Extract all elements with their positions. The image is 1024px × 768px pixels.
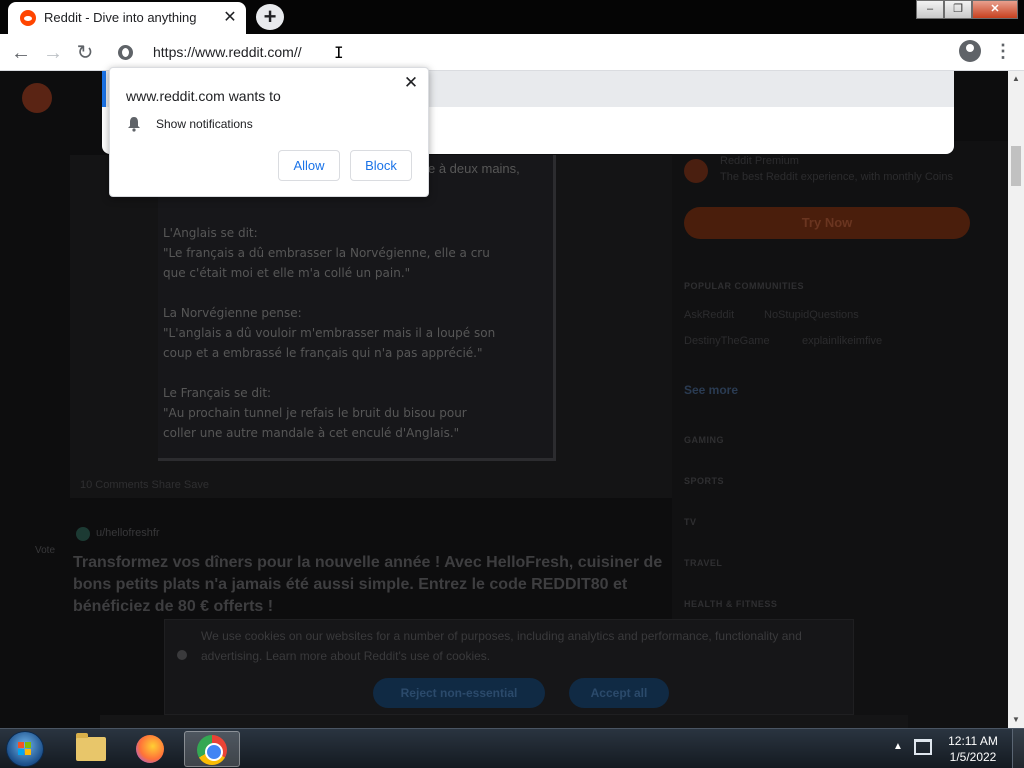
address-bar[interactable]: https://www.reddit.com// I: [106, 37, 954, 68]
browser-tab[interactable]: Reddit - Dive into anything ✕: [8, 2, 246, 34]
meme-image: e à deux mains, L'Anglais se dit: "Le fr…: [158, 155, 556, 461]
community-link[interactable]: explainlikeimfive: [802, 335, 882, 347]
more-menu-icon[interactable]: ⋮: [994, 40, 1012, 62]
suggestion-accent: [102, 71, 106, 107]
firefox-icon: [136, 735, 164, 763]
advertiser-avatar: [76, 527, 90, 541]
block-button[interactable]: Block: [350, 150, 412, 181]
premium-shield-icon: [684, 159, 708, 183]
premium-text: Reddit Premium The best Reddit experienc…: [720, 153, 990, 185]
cookie-banner: We use cookies on our websites for a num…: [164, 619, 854, 715]
topic-sports[interactable]: SPORTS: [684, 476, 724, 486]
windows-logo-icon: [18, 742, 32, 756]
window-controls: ‒ ❐ ✕: [916, 0, 1018, 20]
vote-label[interactable]: Vote: [20, 543, 70, 559]
scroll-down-icon[interactable]: ▼: [1008, 712, 1024, 728]
popular-communities-header: POPULAR COMMUNITIES: [684, 281, 805, 291]
bell-icon: [128, 117, 140, 132]
promo-title[interactable]: Transformez vos dîners pour la nouvelle …: [73, 552, 673, 618]
site-info-icon[interactable]: [118, 45, 133, 60]
start-button[interactable]: [6, 731, 44, 767]
profile-icon[interactable]: [959, 40, 981, 62]
close-window-button[interactable]: ✕: [972, 0, 1018, 19]
tab-strip: Reddit - Dive into anything ✕ + ‒ ❐ ✕: [0, 0, 1024, 34]
show-desktop-button[interactable]: [1012, 729, 1024, 768]
promoted-post[interactable]: Vote u/hellofreshfr Transformez vos dîne…: [20, 513, 672, 623]
reddit-logo-icon[interactable]: [22, 83, 52, 113]
premium-title: Reddit Premium: [720, 155, 799, 167]
scroll-thumb[interactable]: [1011, 146, 1021, 186]
community-link[interactable]: AskReddit: [684, 309, 734, 321]
page-scrollbar[interactable]: ▲ ▼: [1008, 71, 1024, 728]
cookie-icon: [177, 650, 187, 660]
back-arrow-icon[interactable]: ←: [8, 40, 34, 66]
clock-date[interactable]: 1/5/2022: [940, 750, 1006, 764]
taskbar-chrome[interactable]: [184, 731, 240, 767]
accept-all-button[interactable]: Accept all: [569, 678, 669, 708]
taskbar-explorer[interactable]: [62, 731, 118, 767]
new-tab-button[interactable]: +: [256, 4, 284, 30]
network-icon[interactable]: [914, 739, 932, 755]
taskbar-firefox[interactable]: [124, 731, 180, 767]
community-link[interactable]: DestinyTheGame: [684, 335, 770, 347]
meme-text: L'Anglais se dit: "Le français a dû embr…: [163, 226, 496, 440]
chrome-icon: [197, 735, 227, 765]
reload-icon[interactable]: ↻: [72, 40, 98, 66]
see-more-link[interactable]: See more: [684, 383, 738, 397]
topic-gaming[interactable]: GAMING: [684, 435, 724, 445]
permission-title: www.reddit.com wants to: [126, 88, 281, 104]
text-cursor-icon: I: [334, 43, 344, 62]
reddit-favicon-icon: [20, 10, 36, 26]
allow-button[interactable]: Allow: [278, 150, 340, 181]
topic-health-fitness[interactable]: HEALTH & FITNESS: [684, 599, 777, 609]
tab-close-icon[interactable]: ✕: [220, 8, 240, 28]
meme-top-text: e à deux mains,: [428, 161, 520, 176]
url-text[interactable]: https://www.reddit.com//: [153, 44, 302, 60]
tab-title: Reddit - Dive into anything: [44, 10, 197, 25]
close-icon[interactable]: ✕: [402, 74, 420, 92]
permission-description: Show notifications: [156, 117, 253, 131]
tray-expand-icon[interactable]: ▲: [893, 741, 903, 752]
topic-tv[interactable]: TV: [684, 517, 697, 527]
promoted-user[interactable]: u/hellofreshfr: [96, 527, 160, 539]
post-actions[interactable]: 10 Comments Share Save: [80, 479, 209, 491]
minimize-button[interactable]: ‒: [916, 0, 944, 19]
folder-icon: [76, 733, 106, 761]
clock-time[interactable]: 12:11 AM: [940, 734, 1006, 748]
forward-arrow-icon[interactable]: →: [40, 40, 66, 66]
community-link[interactable]: NoStupidQuestions: [764, 309, 859, 321]
browser-toolbar: ← → ↻ https://www.reddit.com// I: [0, 34, 1024, 71]
cookie-text: We use cookies on our websites for a num…: [201, 629, 802, 663]
premium-description: The best Reddit experience, with monthly…: [720, 171, 953, 183]
notification-permission-dialog: ✕ www.reddit.com wants to Show notificat…: [109, 67, 429, 197]
maximize-button[interactable]: ❐: [944, 0, 972, 19]
page-bottom-strip: [100, 715, 908, 728]
scroll-up-icon[interactable]: ▲: [1008, 71, 1024, 87]
post-card[interactable]: e à deux mains, L'Anglais se dit: "Le fr…: [70, 155, 672, 498]
try-now-button[interactable]: Try Now: [684, 207, 970, 239]
reject-non-essential-button[interactable]: Reject non-essential: [373, 678, 545, 708]
topic-travel[interactable]: TRAVEL: [684, 558, 722, 568]
taskbar: ▲ 12:11 AM 1/5/2022: [0, 728, 1024, 768]
